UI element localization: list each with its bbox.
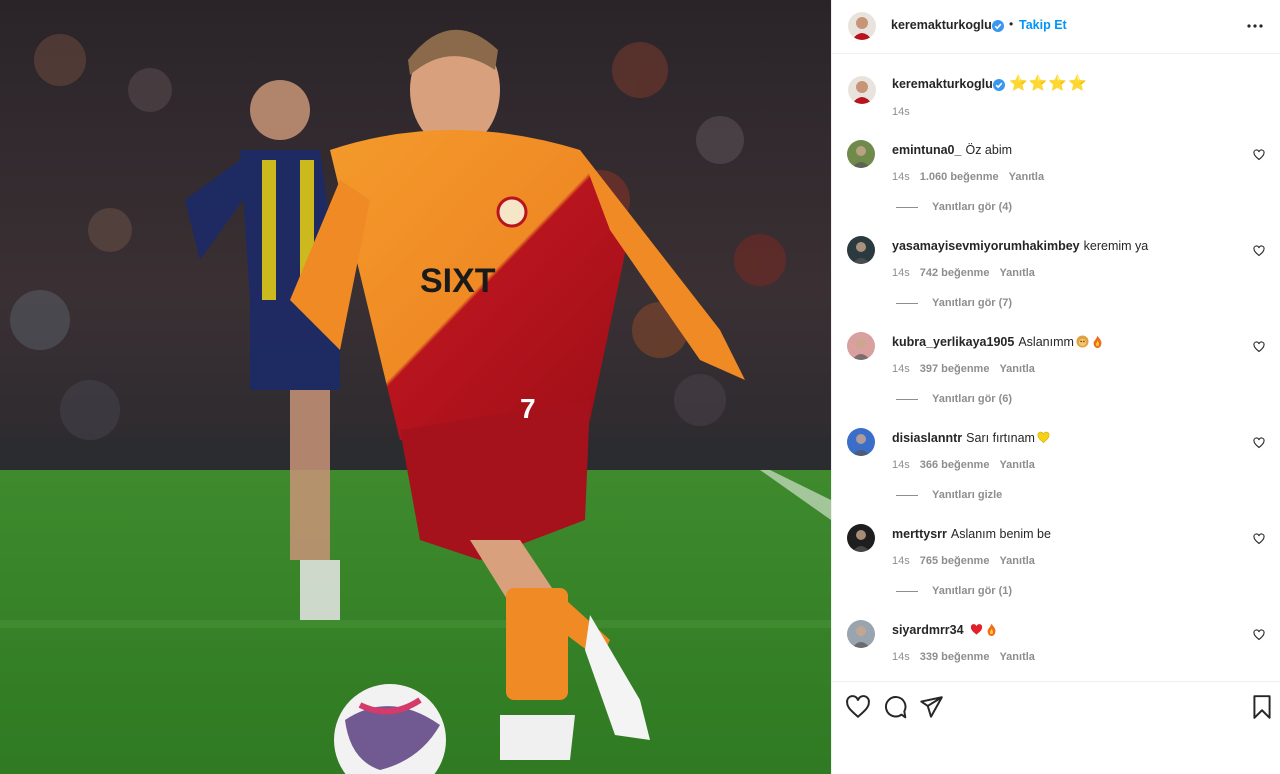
more-options-icon[interactable]	[1245, 16, 1265, 36]
commenter-username[interactable]: disiaslanntr	[892, 431, 962, 445]
comment-likes[interactable]: 765 beğenme	[920, 555, 990, 567]
comment-text: Öz abim	[965, 143, 1013, 157]
author-avatar[interactable]	[848, 12, 876, 40]
comment-meta: 14s 397 beğenme Yanıtla	[892, 363, 1045, 375]
commenter-avatar[interactable]	[847, 140, 875, 168]
comment-item: emintuna0_ Öz abim 14s 1.060 beğenme Yanıtl…	[832, 140, 1280, 236]
comment-time: 14s	[892, 651, 910, 663]
comment-meta: 14s 1.060 beğenme Yanıtla	[892, 171, 1054, 183]
comment-like-icon[interactable]	[1253, 148, 1265, 161]
comment-text: Aslanımm	[1018, 335, 1074, 349]
comment-text: keremim ya	[1083, 239, 1149, 253]
comment-line: emintuna0_ Öz abim	[892, 143, 1012, 157]
comment-icon[interactable]	[882, 694, 908, 720]
comment-line: siyardmrr34	[892, 623, 998, 637]
yellow-heart-emoji	[1037, 431, 1050, 444]
comment-line: merttysrr Aslanım benim be	[892, 527, 1051, 541]
bookmark-icon[interactable]	[1249, 694, 1275, 720]
commenter-username[interactable]: kubra_yerlikaya1905	[892, 335, 1014, 349]
comment-meta: 14s 339 beğenme Yanıtla	[892, 651, 1045, 663]
separator-dot: •	[1009, 17, 1014, 31]
comment-time: 14s	[892, 555, 910, 567]
caption-time: 14s	[892, 106, 910, 118]
post-photo[interactable]: SIXT 7	[0, 0, 831, 774]
reply-button[interactable]: Yanıtla	[999, 555, 1034, 567]
comment-item: kubra_yerlikaya1905 Aslanımm 14s 397 beğen…	[832, 332, 1280, 428]
comment-likes[interactable]: 397 beğenme	[920, 363, 990, 375]
comment-text: Aslanım benim be	[950, 527, 1051, 541]
view-replies-button[interactable]: Yanıtları gizle	[896, 489, 1002, 501]
comment-line: disiaslanntr Sarı fırtınam	[892, 431, 1050, 445]
fire-emoji	[1091, 335, 1104, 348]
heart-icon[interactable]	[845, 694, 871, 720]
red-heart-emoji	[970, 623, 983, 636]
action-bar	[832, 681, 1280, 774]
comment-meta: 14s 742 beğenme Yanıtla	[892, 267, 1045, 279]
fire-emoji	[985, 623, 998, 636]
comment-item: disiaslanntr Sarı fırtınam 14s 366 beğenme…	[832, 428, 1280, 524]
comment-meta: 14s 765 beğenme Yanıtla	[892, 555, 1045, 567]
comment-time: 14s	[892, 459, 910, 471]
reply-button[interactable]: Yanıtla	[999, 267, 1034, 279]
commenter-avatar[interactable]	[847, 332, 875, 360]
reply-button[interactable]: Yanıtla	[1009, 171, 1044, 183]
comment-like-icon[interactable]	[1253, 244, 1265, 257]
football-photo: SIXT 7	[0, 0, 831, 774]
commenter-username[interactable]: merttysrr	[892, 527, 947, 541]
caption-avatar[interactable]	[848, 76, 876, 104]
comment-item: yasamayisevmiyorumhakimbey keremim ya 14s…	[832, 236, 1280, 332]
view-replies-button[interactable]: Yanıtları gör (6)	[896, 393, 1012, 405]
comment-time: 14s	[892, 171, 910, 183]
view-replies-button[interactable]: Yanıtları gör (1)	[896, 585, 1012, 597]
commenter-avatar[interactable]	[847, 620, 875, 648]
reply-button[interactable]: Yanıtla	[999, 651, 1034, 663]
post-side-panel: keremakturkoglu • Takip Et keremakturkog…	[831, 0, 1280, 774]
svg-text:SIXT: SIXT	[420, 262, 496, 300]
commenter-avatar[interactable]	[847, 524, 875, 552]
comment-text: Sarı fırtınam	[966, 431, 1035, 445]
verified-badge-icon	[992, 20, 1004, 32]
comment-likes[interactable]: 339 beğenme	[920, 651, 990, 663]
view-replies-button[interactable]: Yanıtları gör (4)	[896, 201, 1012, 213]
comment-line: yasamayisevmiyorumhakimbey keremim ya	[892, 239, 1148, 253]
comment-like-icon[interactable]	[1253, 436, 1265, 449]
svg-text:7: 7	[520, 393, 536, 424]
lion-emoji	[1076, 335, 1089, 348]
comment-line: kubra_yerlikaya1905 Aslanımm	[892, 335, 1104, 349]
comment-item: merttysrr Aslanım benim be 14s 765 beğenme…	[832, 524, 1280, 620]
commenter-username[interactable]: yasamayisevmiyorumhakimbey	[892, 239, 1080, 253]
view-replies-button[interactable]: Yanıtları gör (7)	[896, 297, 1012, 309]
comment-like-icon[interactable]	[1253, 628, 1265, 641]
comment-likes[interactable]: 366 beğenme	[920, 459, 990, 471]
comment-meta: 14s 366 beğenme Yanıtla	[892, 459, 1045, 471]
author-username[interactable]: keremakturkoglu	[891, 18, 992, 32]
caption-text: ⭐⭐⭐⭐	[1009, 75, 1088, 92]
comment-like-icon[interactable]	[1253, 532, 1265, 545]
commenter-avatar[interactable]	[847, 236, 875, 264]
follow-button[interactable]: Takip Et	[1019, 18, 1067, 32]
post-header: keremakturkoglu • Takip Et	[832, 0, 1280, 54]
comment-likes[interactable]: 1.060 beğenme	[920, 171, 999, 183]
commenter-avatar[interactable]	[847, 428, 875, 456]
reply-button[interactable]: Yanıtla	[999, 459, 1034, 471]
share-icon[interactable]	[918, 694, 944, 720]
commenter-username[interactable]: siyardmrr34	[892, 623, 964, 637]
comment-like-icon[interactable]	[1253, 340, 1265, 353]
comment-likes[interactable]: 742 beğenme	[920, 267, 990, 279]
comment-time: 14s	[892, 363, 910, 375]
caption-username[interactable]: keremakturkoglu	[892, 77, 993, 91]
comment-time: 14s	[892, 267, 910, 279]
commenter-username[interactable]: emintuna0_	[892, 143, 961, 157]
reply-button[interactable]: Yanıtla	[999, 363, 1034, 375]
verified-badge-icon	[993, 79, 1005, 91]
